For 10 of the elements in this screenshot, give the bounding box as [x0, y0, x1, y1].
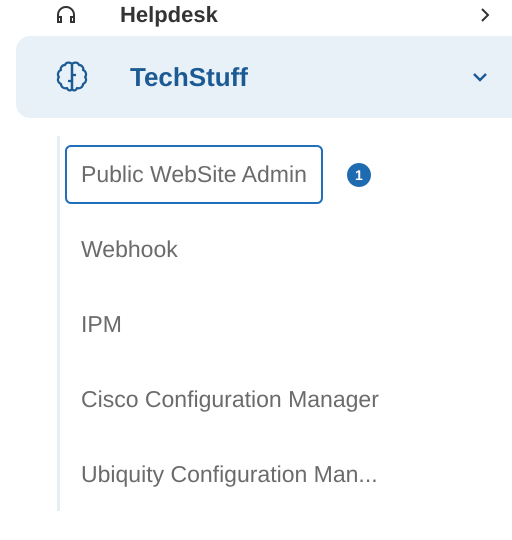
chevron-down-icon — [472, 72, 488, 82]
sidebar-item[interactable]: Helpdesk — [16, 2, 512, 28]
count-badge: 1 — [346, 162, 371, 186]
chevron-right-icon — [480, 7, 490, 23]
sidebar-group-header[interactable]: TechStuff — [16, 36, 512, 118]
submenu-item[interactable]: Cisco Configuration Manager — [65, 370, 395, 429]
submenu-item[interactable]: Public WebSite Admin — [65, 145, 323, 204]
submenu-item[interactable]: IPM — [65, 295, 138, 354]
submenu-item[interactable]: Webhook — [65, 220, 194, 279]
submenu-item[interactable]: Ubiquity Configuration Man... — [65, 445, 394, 504]
